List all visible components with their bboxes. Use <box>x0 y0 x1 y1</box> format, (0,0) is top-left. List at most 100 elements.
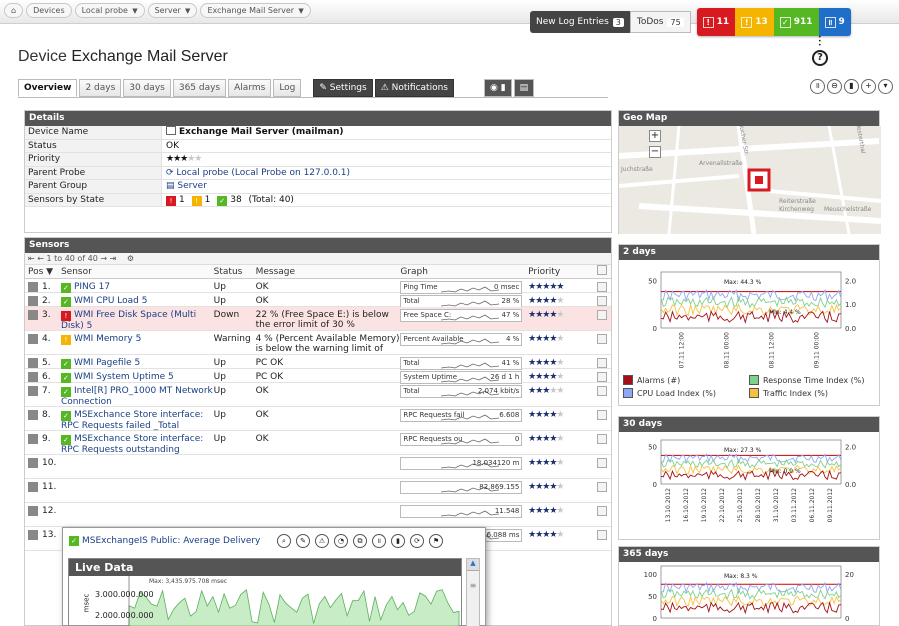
sensor-graph[interactable]: 18.034120 m <box>400 455 528 478</box>
sensor-name[interactable]: MSExchance Store interface: RPC Requests… <box>61 434 203 455</box>
table-row[interactable]: 3.! WMI Free Disk Space (Multi Disk) 5 Dow… <box>25 307 611 331</box>
prev-page-icon[interactable]: ← <box>37 254 44 263</box>
next-page-icon[interactable]: → <box>100 254 107 263</box>
row-checkbox[interactable] <box>593 331 611 354</box>
drag-handle[interactable] <box>28 482 38 492</box>
tab-notifications[interactable]: ⚠ Notifications <box>374 79 454 97</box>
priority-stars[interactable]: ★★★★★ <box>162 153 202 166</box>
parent-group-link[interactable]: ▤ Server <box>162 180 207 193</box>
sensor-name[interactable]: WMI CPU Load 5 <box>74 296 148 306</box>
add-icon[interactable]: + <box>861 79 876 94</box>
tab-30-days[interactable]: 30 days <box>123 79 171 97</box>
sensor-name[interactable]: MSExchance Store interface: RPC Requests… <box>61 410 203 431</box>
sensor-graph[interactable]: 11.548 <box>400 503 528 526</box>
tab-365-days[interactable]: 365 days <box>172 79 227 97</box>
mini-graph[interactable]: RPC Requests fail 6.608 <box>400 409 523 422</box>
tab-alarms[interactable]: Alarms <box>228 79 272 97</box>
sensor-graph[interactable]: Percent Available 4 % <box>400 331 528 354</box>
row-checkbox[interactable] <box>593 431 611 454</box>
history-icon[interactable]: ◔ <box>334 534 348 548</box>
sensor-priority[interactable]: ★★★★★ <box>528 527 593 550</box>
sensor-graph[interactable]: Ping Time 0 msec <box>400 279 528 294</box>
drag-handle[interactable] <box>28 458 38 468</box>
popup-title[interactable]: MSExchangeIS Public: Average Delivery <box>82 536 260 546</box>
sensor-graph[interactable]: Total 41 % <box>400 355 528 370</box>
drag-handle[interactable] <box>28 372 38 382</box>
table-row[interactable]: 12. 11.548 ★★★★★ <box>25 503 611 527</box>
status-paused-count[interactable]: ॥ 9 <box>818 8 851 36</box>
mini-graph[interactable]: Free Space C: 47 % <box>400 309 523 322</box>
drag-handle[interactable] <box>28 386 38 396</box>
mini-graph[interactable]: 18.034120 m <box>400 457 523 470</box>
row-checkbox[interactable] <box>593 407 611 430</box>
tab-2-days[interactable]: 2 days <box>79 79 122 97</box>
sensor-priority[interactable]: ★★★★★ <box>528 455 593 478</box>
drag-handle[interactable] <box>28 310 38 320</box>
breadcrumb-item-devices[interactable]: Devices <box>26 3 72 18</box>
sensor-name[interactable]: WMI System Uptime 5 <box>74 372 174 382</box>
sensor-graph[interactable]: Total 28 % <box>400 293 528 308</box>
status-warning-count[interactable]: ! 13 <box>735 8 774 36</box>
table-row[interactable]: 5. ✓ WMI Pagefile 5 Up PC OK Total 41 % ★★★★★ <box>25 355 611 370</box>
sensor-cell[interactable]: ! WMI Memory 5 <box>60 331 214 354</box>
sensor-priority[interactable]: ★★★★★ <box>528 293 593 306</box>
tab-history[interactable]: ▤ <box>513 79 535 97</box>
pause-icon[interactable]: ॥ <box>372 534 386 548</box>
drag-handle[interactable] <box>28 506 38 516</box>
scroll-up-icon[interactable]: ▲ <box>467 559 479 571</box>
table-row[interactable]: 6. ✓ WMI System Uptime 5 Up PC OK System Upti… <box>25 369 611 384</box>
sensor-graph[interactable]: Total 2,074 kbit/s <box>400 383 528 406</box>
sensor-name[interactable]: WMI Pagefile 5 <box>74 358 140 368</box>
count-up[interactable]: 38 <box>230 195 241 205</box>
col-header-message[interactable]: Message <box>256 265 401 278</box>
row-checkbox[interactable] <box>593 369 611 382</box>
delete-icon[interactable]: ▮ <box>391 534 405 548</box>
count-warning[interactable]: 1 <box>205 195 211 205</box>
tab-overview[interactable]: Overview <box>18 79 78 97</box>
sensor-cell[interactable]: ✓ Intel[R] PRO_1000 MT Network Connection <box>60 383 214 407</box>
sensor-graph[interactable]: RPC Requests fail 6.608 <box>400 407 528 430</box>
mini-graph[interactable]: 11.548 <box>400 505 523 518</box>
sensor-cell[interactable]: ✓ WMI Pagefile 5 <box>60 355 214 369</box>
refresh-icon[interactable]: ⟳ <box>410 534 424 548</box>
sensor-priority[interactable]: ★★★★★ <box>528 407 593 430</box>
sensor-cell[interactable] <box>61 503 214 526</box>
sensor-graph[interactable]: RPC Requests ou 0 <box>400 431 528 454</box>
sensor-graph[interactable]: 82.869.155 <box>400 479 528 502</box>
table-row[interactable]: 11. 82.869.155 ★★★★★ <box>25 479 611 503</box>
row-checkbox[interactable] <box>593 455 611 478</box>
chevron-down-icon[interactable]: ▾ <box>878 79 893 94</box>
row-checkbox[interactable] <box>593 293 611 306</box>
sensor-priority[interactable]: ★★★★★ <box>528 503 593 526</box>
sensor-cell[interactable]: ✓ PING 17 <box>60 279 214 293</box>
sensor-cell[interactable]: ✓ MSExchance Store interface: RPC Request… <box>60 407 214 431</box>
table-row[interactable]: 7. ✓ Intel[R] PRO_1000 MT Network Connecti… <box>25 383 611 407</box>
sensor-name[interactable]: WMI Memory 5 <box>74 334 141 344</box>
table-row[interactable]: 2. ✓ WMI CPU Load 5 Up OK Total 28 % ★★★★★ <box>25 293 611 308</box>
scroll-thumb[interactable]: ≡ <box>467 581 479 590</box>
wrench-icon[interactable]: ✎ <box>296 534 310 548</box>
tab-log[interactable]: Log <box>273 79 302 97</box>
new-log-entries-button[interactable]: New Log Entries 3 <box>530 11 630 33</box>
pause-icon[interactable]: ॥ <box>810 79 825 94</box>
row-checkbox[interactable] <box>593 383 611 406</box>
row-checkbox[interactable] <box>593 479 611 502</box>
map-zoom-out[interactable]: − <box>649 146 661 158</box>
alert-icon[interactable]: ⚠ <box>315 534 329 548</box>
table-row[interactable]: 1. ✓ PING 17 Up OK Ping Time 0 msec ★★★★★ <box>25 279 611 294</box>
sensor-cell[interactable] <box>61 455 214 478</box>
status-up-count[interactable]: ✓ 911 <box>773 8 819 36</box>
drag-handle[interactable] <box>28 410 38 420</box>
table-row[interactable]: 4.! WMI Memory 5 Warning 4 % (Percent Avail… <box>25 331 611 355</box>
sensor-graph[interactable]: System Uptime 26 d 1 h <box>400 369 528 384</box>
drag-handle[interactable] <box>28 358 38 368</box>
row-checkbox[interactable] <box>593 527 611 550</box>
mini-graph[interactable]: 82.869.155 <box>400 481 523 494</box>
sensor-graph[interactable]: Free Space C: 47 % <box>400 307 528 330</box>
graph-2-days-chart[interactable]: 0 50 0.0 1.0 2.0 07.11 12:00 08.11 00:00 08.11 … <box>619 260 881 370</box>
col-header-sensor[interactable]: Sensor <box>61 265 214 278</box>
sensor-name[interactable]: PING 17 <box>74 282 110 292</box>
sensor-priority[interactable]: ★★★★★ <box>528 355 593 368</box>
status-down-count[interactable]: ! 11 <box>696 8 736 36</box>
sensor-cell[interactable]: ✓ MSExchance Store interface: RPC Request… <box>60 431 214 455</box>
